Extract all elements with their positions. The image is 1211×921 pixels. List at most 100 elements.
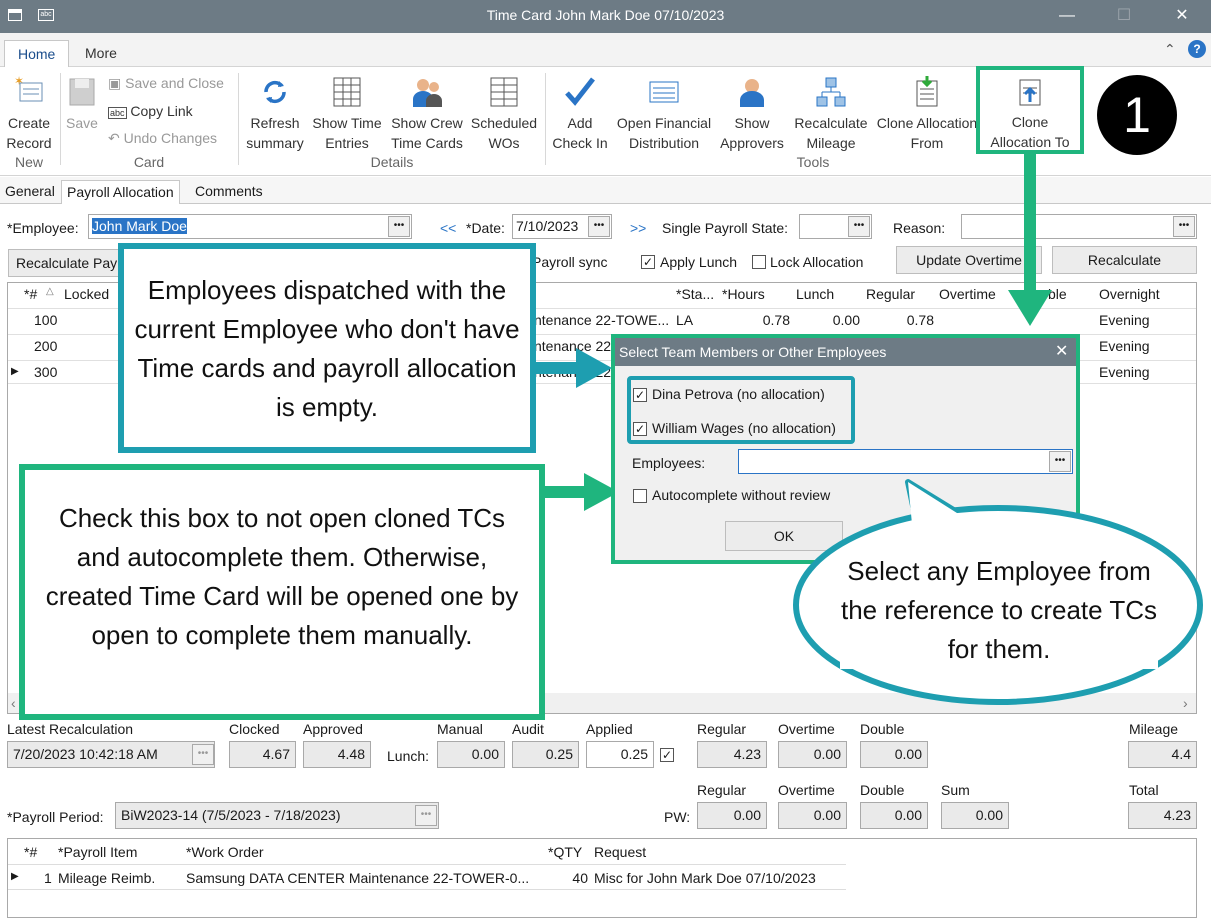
help-icon[interactable]: ? — [1188, 40, 1206, 58]
col-header-overnight[interactable]: Overnight — [1099, 286, 1160, 302]
col-header-double[interactable]: ble — [1048, 286, 1067, 302]
items-col-work-order[interactable]: *Work Order — [186, 844, 264, 860]
reason-field[interactable] — [961, 214, 1197, 239]
lock-allocation-checkbox[interactable] — [752, 255, 766, 269]
tab-general[interactable]: General — [0, 180, 60, 204]
approved-field: 4.48 — [303, 741, 371, 768]
tab-home[interactable]: Home — [4, 40, 70, 67]
refresh-summary-button[interactable]: Refresh summary — [243, 75, 307, 153]
recalculate-pay-button[interactable]: Recalculate Pay — [8, 249, 128, 277]
reason-lookup-button[interactable]: ••• — [1173, 216, 1195, 237]
table-row[interactable]: ▶ 1 Mileage Reimb. Samsung DATA CENTER M… — [8, 864, 846, 890]
title-bar: abc Time Card John Mark Doe 07/10/2023 —… — [0, 0, 1211, 33]
recalculate-mileage-button[interactable]: Recalculate Mileage — [790, 75, 872, 153]
window-title: Time Card John Mark Doe 07/10/2023 — [486, 7, 725, 23]
update-overtime-button[interactable]: Update Overtime — [896, 246, 1042, 274]
col-header-status[interactable]: *Sta... — [676, 286, 714, 302]
items-col-qty[interactable]: *QTY — [548, 844, 582, 860]
open-financial-distribution-button[interactable]: Open Financial Distribution — [612, 75, 716, 153]
col-header-num[interactable]: *# — [24, 286, 37, 302]
close-button[interactable]: ✕ — [1172, 6, 1192, 26]
sort-icon[interactable]: △ — [46, 286, 54, 297]
col-header-locked[interactable]: Locked — [64, 286, 109, 302]
manual-label: Manual — [437, 721, 483, 737]
items-col-request[interactable]: Request — [594, 844, 646, 860]
maximize-button[interactable]: ☐ — [1114, 6, 1134, 26]
show-approvers-button[interactable]: Show Approvers — [716, 75, 788, 153]
recalculate-pay-label: Recalculate Pay — [16, 255, 118, 271]
payroll-period-field[interactable]: BiW2023-14 (7/5/2023 - 7/18/2023) — [115, 802, 439, 829]
date-picker-button[interactable]: ••• — [588, 216, 610, 237]
clone-allocation-to-label: Clone Allocation To — [990, 114, 1070, 150]
create-record-button[interactable]: ✶ Create Record — [3, 75, 55, 153]
show-crew-time-cards-button[interactable]: Show Crew Time Cards — [387, 75, 467, 153]
clocked-value: 4.67 — [262, 746, 290, 762]
next-date-link[interactable]: >> — [630, 218, 646, 238]
payroll-period-value: BiW2023-14 (7/5/2023 - 7/18/2023) — [121, 807, 341, 823]
col-header-overtime[interactable]: Overtime — [939, 286, 996, 302]
save-button[interactable]: Save — [63, 75, 101, 133]
record-tabs: General Payroll Allocation Comments — [0, 177, 1211, 204]
callout-autocomplete: Check this box to not open cloned TCs an… — [19, 464, 545, 720]
open-financial-distribution-label: Open Financial Distribution — [616, 115, 712, 151]
row-work-order: ntenance 22 — [534, 338, 612, 354]
prev-date-link[interactable]: << — [440, 218, 456, 238]
callout-autocomplete-text: Check this box to not open cloned TCs an… — [45, 503, 519, 650]
regular-value: 4.23 — [733, 746, 761, 762]
applied-field[interactable]: 0.25 — [586, 741, 654, 768]
clone-allocation-to-button[interactable]: Clone Allocation To — [976, 66, 1084, 154]
employee-field[interactable]: John Mark Doe — [88, 214, 412, 239]
reason-label: Reason: — [893, 220, 946, 236]
scheduled-wos-button[interactable]: Scheduled WOs — [468, 75, 540, 153]
row-regular: 0.78 — [906, 312, 934, 328]
lunch-label: Lunch: — [387, 748, 430, 764]
recalculate-button[interactable]: Recalculate — [1052, 246, 1197, 274]
scroll-left-icon[interactable]: ‹ — [11, 695, 16, 711]
show-time-entries-button[interactable]: Show Time Entries — [309, 75, 385, 153]
tab-more[interactable]: More — [72, 40, 130, 67]
minimize-button[interactable]: — — [1057, 6, 1077, 26]
latest-recalc-button[interactable]: ••• — [192, 744, 214, 765]
tab-payroll-allocation[interactable]: Payroll Allocation — [61, 180, 180, 204]
employee-lookup-button[interactable]: ••• — [388, 216, 410, 237]
col-header-hours[interactable]: *Hours — [722, 286, 765, 302]
approved-value: 4.48 — [337, 746, 365, 762]
add-check-in-button[interactable]: Add Check In — [550, 75, 610, 153]
row-number: 300 — [34, 364, 58, 380]
clone-allocation-from-label: Clone Allocation From — [876, 115, 978, 151]
create-record-label: Create Record — [6, 115, 52, 151]
state-lookup-button[interactable]: ••• — [848, 216, 870, 237]
create-record-icon: ✶ — [14, 75, 43, 102]
col-header-lunch[interactable]: Lunch — [796, 286, 834, 302]
regular-label: Regular — [697, 721, 747, 737]
tab-comments[interactable]: Comments — [190, 180, 268, 204]
collapse-ribbon-icon[interactable]: ⌃ — [1164, 41, 1176, 58]
audit-label: Audit — [512, 721, 544, 737]
items-col-num[interactable]: *# — [24, 844, 37, 860]
copy-link-button[interactable]: abc Copy Link — [108, 101, 193, 123]
apply-lunch-checkbox[interactable]: ✓ — [641, 255, 655, 269]
item-request: Misc for John Mark Doe 07/10/2023 — [594, 870, 816, 886]
total-value: 4.23 — [1163, 807, 1191, 823]
row-overnight: Evening — [1099, 364, 1150, 380]
member-checkbox-william[interactable]: ✓ — [633, 422, 647, 436]
items-col-payroll-item[interactable]: *Payroll Item — [58, 844, 137, 860]
autocomplete-checkbox[interactable] — [633, 489, 647, 503]
member-checkbox-dina[interactable]: ✓ — [633, 388, 647, 402]
clone-allocation-from-button[interactable]: Clone Allocation From — [874, 75, 980, 153]
payroll-period-button[interactable]: ••• — [415, 805, 437, 826]
save-icon — [69, 78, 95, 106]
group-details-label: Details — [370, 154, 414, 170]
recalculate-label: Recalculate — [1087, 252, 1162, 268]
save-and-close-button[interactable]: ▣ Save and Close — [108, 73, 224, 93]
manual-field: 0.00 — [437, 741, 505, 768]
employees-lookup-button[interactable]: ••• — [1049, 451, 1071, 472]
ribbon: ✶ Create Record New Save ▣ Save and Clos… — [0, 66, 1211, 176]
undo-changes-button[interactable]: ↶ Undo Changes — [108, 128, 217, 148]
applied-checkbox[interactable]: ✓ — [660, 748, 674, 762]
dialog-close-icon[interactable]: ✕ — [1055, 341, 1068, 361]
clone-from-icon — [916, 76, 938, 107]
col-header-regular[interactable]: Regular — [866, 286, 915, 302]
item-payroll-item: Mileage Reimb. — [58, 870, 156, 886]
single-payroll-state-label: Single Payroll State: — [662, 220, 789, 236]
